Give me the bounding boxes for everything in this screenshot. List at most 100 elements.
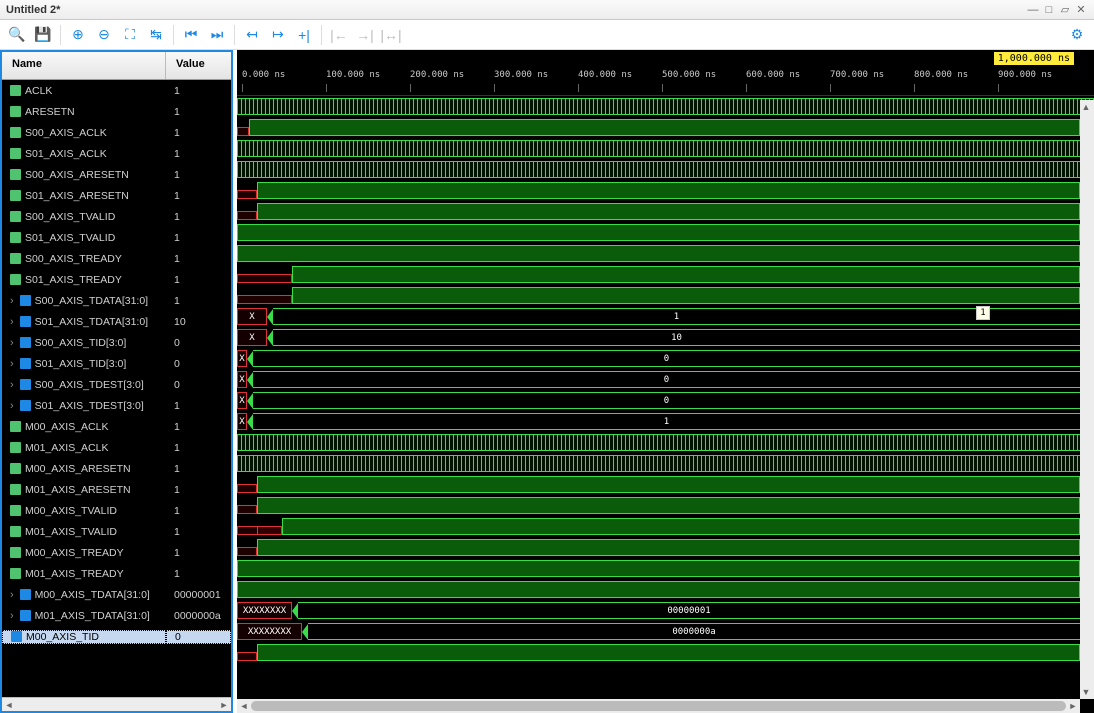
- signal-row[interactable]: S01_AXIS_ACLK1: [2, 143, 231, 164]
- signal-row[interactable]: M01_AXIS_ARESETN1: [2, 479, 231, 500]
- scroll-right-icon[interactable]: ►: [217, 699, 231, 711]
- search-icon[interactable]: 🔍: [6, 24, 28, 46]
- minimize-icon[interactable]: —: [1026, 3, 1040, 17]
- col-value[interactable]: Value: [166, 52, 231, 79]
- signal-name: M00_AXIS_ARESETN: [25, 463, 131, 475]
- wave-row[interactable]: [237, 264, 1094, 285]
- col-name[interactable]: Name: [2, 52, 166, 79]
- signal-row[interactable]: S01_AXIS_ARESETN1: [2, 185, 231, 206]
- signal-row[interactable]: S00_AXIS_TID[3:0]0: [2, 332, 231, 353]
- signal-name: M00_AXIS_ACLK: [25, 421, 108, 433]
- signal-row[interactable]: M01_AXIS_TREADY1: [2, 563, 231, 584]
- wave-row[interactable]: [237, 453, 1094, 474]
- wave-row[interactable]: X1: [237, 411, 1094, 432]
- waveform-panel[interactable]: 1,000.000 ns 0.000 ns100.000 ns200.000 n…: [237, 50, 1094, 713]
- wave-row[interactable]: [237, 201, 1094, 222]
- signal-row[interactable]: S00_AXIS_TREADY1: [2, 248, 231, 269]
- wave-row[interactable]: X10: [237, 327, 1094, 348]
- wave-row[interactable]: [237, 495, 1094, 516]
- signal-row[interactable]: M00_AXIS_TVALID1: [2, 500, 231, 521]
- wave-row[interactable]: [237, 96, 1094, 117]
- wave-row[interactable]: X0: [237, 348, 1094, 369]
- wave-row[interactable]: [237, 579, 1094, 600]
- signal-row[interactable]: S01_AXIS_TID[3:0]0: [2, 353, 231, 374]
- wave-row[interactable]: [237, 474, 1094, 495]
- vertical-scrollbar[interactable]: ▲ ▼: [1080, 100, 1094, 699]
- wave-row[interactable]: [237, 285, 1094, 306]
- wire-icon: [10, 463, 21, 474]
- wave-row[interactable]: [237, 243, 1094, 264]
- marker-label[interactable]: 1: [976, 306, 989, 320]
- next-edge-icon[interactable]: ↦: [267, 24, 289, 46]
- signal-row[interactable]: ACLK1: [2, 80, 231, 101]
- signal-row[interactable]: M00_AXIS_TREADY1: [2, 542, 231, 563]
- signal-row[interactable]: S01_AXIS_TDEST[3:0]1: [2, 395, 231, 416]
- signal-row[interactable]: M00_AXIS_ARESETN1: [2, 458, 231, 479]
- signal-value: 1: [166, 232, 231, 244]
- signal-row[interactable]: S00_AXIS_ACLK1: [2, 122, 231, 143]
- signal-name: S00_AXIS_ARESETN: [25, 169, 129, 181]
- signal-row[interactable]: M00_AXIS_ACLK1: [2, 416, 231, 437]
- signal-row[interactable]: S01_AXIS_TDATA[31:0]10: [2, 311, 231, 332]
- save-icon[interactable]: 💾: [32, 24, 54, 46]
- goto-cursor-icon[interactable]: ↹: [145, 24, 167, 46]
- left-hscroll[interactable]: ◄ ►: [2, 697, 231, 711]
- bus-icon: [20, 400, 31, 411]
- wave-row[interactable]: [237, 516, 1094, 537]
- wave-row[interactable]: [237, 432, 1094, 453]
- prev-edge-icon[interactable]: ↤: [241, 24, 263, 46]
- signal-row[interactable]: S01_AXIS_TREADY1: [2, 269, 231, 290]
- wave-row[interactable]: [237, 138, 1094, 159]
- scroll-left-icon[interactable]: ◄: [237, 700, 251, 712]
- wave-row[interactable]: [237, 558, 1094, 579]
- scroll-track[interactable]: [251, 701, 1066, 711]
- wave-row[interactable]: X0: [237, 369, 1094, 390]
- signal-row[interactable]: M01_AXIS_TVALID1: [2, 521, 231, 542]
- last-icon[interactable]: ⏭: [206, 24, 228, 46]
- signal-row[interactable]: S00_AXIS_TDEST[3:0]0: [2, 374, 231, 395]
- signal-row[interactable]: S00_AXIS_ARESETN1: [2, 164, 231, 185]
- wave-row[interactable]: X11: [237, 306, 1094, 327]
- signal-row[interactable]: M01_AXIS_ACLK1: [2, 437, 231, 458]
- wave-row[interactable]: [237, 642, 1094, 663]
- add-marker-icon[interactable]: +|: [293, 24, 315, 46]
- signal-row[interactable]: M00_AXIS_TID0: [2, 626, 231, 647]
- wave-row[interactable]: XXXXXXXX0000000a: [237, 621, 1094, 642]
- signal-row[interactable]: M00_AXIS_TDATA[31:0]00000001: [2, 584, 231, 605]
- waveform-area[interactable]: X11X10X0X0X0X1XXXXXXXX00000001XXXXXXXX00…: [237, 96, 1094, 713]
- bus-icon: [20, 589, 31, 600]
- signal-value: 1: [166, 295, 231, 307]
- signal-row[interactable]: S00_AXIS_TDATA[31:0]1: [2, 290, 231, 311]
- horizontal-scrollbar[interactable]: ◄ ►: [237, 699, 1080, 713]
- signal-row[interactable]: M01_AXIS_TDATA[31:0]0000000a: [2, 605, 231, 626]
- wave-row[interactable]: [237, 537, 1094, 558]
- close-icon[interactable]: ✕: [1074, 3, 1088, 17]
- time-ruler[interactable]: 0.000 ns100.000 ns200.000 ns300.000 ns40…: [237, 68, 1094, 96]
- signal-row[interactable]: S01_AXIS_TVALID1: [2, 227, 231, 248]
- signal-value: 1: [166, 526, 231, 538]
- separator: [60, 25, 61, 45]
- scroll-right-icon[interactable]: ►: [1066, 700, 1080, 712]
- signal-name: S01_AXIS_ACLK: [25, 148, 107, 160]
- signal-row[interactable]: ARESETN1: [2, 101, 231, 122]
- zoom-in-icon[interactable]: ⊕: [67, 24, 89, 46]
- zoom-fit-icon[interactable]: ⛶: [119, 24, 141, 46]
- wave-row[interactable]: [237, 159, 1094, 180]
- scroll-thumb[interactable]: [251, 701, 1066, 711]
- window-title: Untitled 2*: [6, 4, 60, 16]
- first-icon[interactable]: ⏮: [180, 24, 202, 46]
- scroll-down-icon[interactable]: ▼: [1080, 685, 1092, 699]
- wave-row[interactable]: XXXXXXXX00000001: [237, 600, 1094, 621]
- zoom-out-icon[interactable]: ⊖: [93, 24, 115, 46]
- wave-row[interactable]: X0: [237, 390, 1094, 411]
- wave-row[interactable]: [237, 222, 1094, 243]
- signal-list[interactable]: ACLK1ARESETN1S00_AXIS_ACLK1S01_AXIS_ACLK…: [2, 80, 231, 697]
- wave-row[interactable]: [237, 180, 1094, 201]
- scroll-left-icon[interactable]: ◄: [2, 699, 16, 711]
- restore-icon[interactable]: ▱: [1058, 3, 1072, 17]
- settings-icon[interactable]: ⚙: [1066, 24, 1088, 46]
- maximize-icon[interactable]: □: [1042, 3, 1056, 17]
- scroll-up-icon[interactable]: ▲: [1080, 100, 1092, 114]
- wave-row[interactable]: [237, 117, 1094, 138]
- signal-row[interactable]: S00_AXIS_TVALID1: [2, 206, 231, 227]
